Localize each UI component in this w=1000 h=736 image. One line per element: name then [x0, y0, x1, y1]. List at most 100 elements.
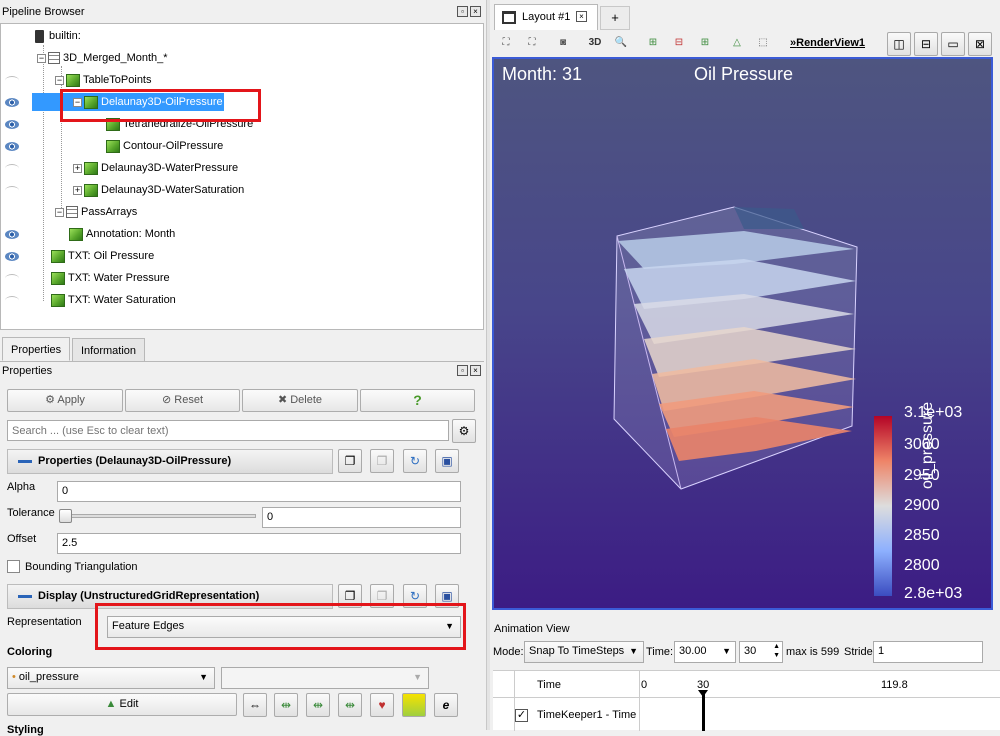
colorbar-tick-label: 2.8e+03 [904, 585, 963, 602]
cube-icon [66, 73, 80, 87]
time-select[interactable]: 30.00 ▼ [674, 641, 736, 663]
tab-properties[interactable]: Properties [2, 337, 71, 361]
split-vertical-icon[interactable]: ⊟ [914, 32, 938, 56]
component-select[interactable]: ▼ [221, 667, 429, 689]
tree-item-txt-saturation[interactable]: TXT: Water Saturation [51, 291, 176, 309]
visibility-eye-icon[interactable] [5, 274, 19, 283]
tab-layout-1[interactable]: Layout #1 × [494, 4, 598, 30]
copy-icon[interactable]: ❐ [338, 449, 362, 473]
reset-button[interactable]: ⊘ Reset [125, 389, 240, 412]
select-cells-icon[interactable]: ⊟ [669, 33, 689, 53]
tab-information[interactable]: Information [72, 338, 146, 362]
search-input[interactable] [7, 420, 449, 441]
show-colorbar-icon[interactable] [402, 693, 426, 717]
tolerance-slider-handle[interactable] [59, 509, 72, 523]
close-view-icon[interactable]: ⊠ [968, 32, 992, 56]
apply-button[interactable]: ⚙ Apply [7, 389, 123, 412]
splitter[interactable] [486, 0, 490, 730]
divider [0, 361, 484, 362]
add-tab-button[interactable]: + [600, 6, 630, 30]
gear-icon[interactable]: ⚙ [452, 419, 476, 443]
float-icon[interactable]: ▫ [457, 6, 468, 17]
select-through-icon[interactable]: ⊞ [695, 33, 715, 53]
stride-label: Stride [844, 646, 873, 658]
tree-line [43, 45, 44, 301]
visibility-eye-icon[interactable] [5, 252, 19, 261]
rescale-data-icon[interactable]: ⇹ [274, 693, 298, 717]
refresh-icon[interactable]: ↻ [403, 449, 427, 473]
split-horizontal-icon[interactable]: ◫ [887, 32, 911, 56]
bounding-checkbox[interactable] [7, 560, 20, 573]
visibility-eye-icon[interactable] [5, 120, 19, 129]
close-icon[interactable]: × [470, 365, 481, 376]
timekeeper-checkbox[interactable]: ✓ [515, 709, 528, 722]
tree-item-annotation[interactable]: Annotation: Month [69, 225, 175, 243]
help-button[interactable]: ? [360, 389, 475, 412]
visibility-eye-icon[interactable] [5, 98, 19, 107]
time-cursor-head[interactable] [698, 690, 708, 697]
tree-item-delaunay-water[interactable]: + Delaunay3D-WaterPressure [73, 159, 238, 177]
save-icon[interactable]: ▣ [435, 449, 459, 473]
delete-button[interactable]: ✖ Delete [242, 389, 358, 412]
render-view[interactable]: Month: 31 Oil Pressure 3.1e+03 3000 2950… [492, 57, 993, 610]
tree-item-delaunay-saturation[interactable]: + Delaunay3D-WaterSaturation [73, 181, 244, 199]
edit-colormap-button[interactable]: ▲ Edit [7, 693, 237, 716]
favorite-preset-icon[interactable]: ♥ [370, 693, 394, 717]
visibility-eye-icon[interactable] [5, 296, 19, 305]
cube-icon [106, 139, 120, 153]
timestep-value: 30 [744, 645, 757, 657]
colormap-edit-icon: ▲ [105, 698, 120, 710]
tree-item-txt-water[interactable]: TXT: Water Pressure [51, 269, 170, 287]
rescale-custom-icon[interactable]: ⇔ [243, 693, 267, 717]
spin-arrows-icon[interactable]: ▲ ▼ [773, 642, 780, 660]
tree-item-passarrays[interactable]: − PassArrays [55, 203, 137, 221]
interactive-select-icon[interactable]: △ [727, 33, 747, 53]
stride-input[interactable]: 1 [873, 641, 983, 663]
toggle-3d-button[interactable]: 3D [585, 33, 605, 53]
visibility-eye-icon[interactable] [5, 230, 19, 239]
collapse-icon[interactable]: − [55, 75, 64, 85]
zoom-to-data-icon[interactable]: ⛶ [522, 33, 542, 53]
close-icon[interactable]: × [576, 11, 587, 22]
reset-camera-icon[interactable]: ⛶ [496, 33, 516, 53]
offset-input[interactable]: 2.5 [57, 533, 461, 554]
collapse-icon[interactable]: − [55, 207, 64, 217]
tree-item-contour[interactable]: Contour-OilPressure [106, 137, 223, 155]
expand-icon[interactable]: + [73, 163, 82, 173]
clear-selection-icon[interactable]: ⬚ [753, 33, 773, 53]
cube-icon [51, 249, 65, 263]
properties-section-header[interactable]: Properties (Delaunay3D-OilPressure) [7, 449, 333, 474]
visibility-eye-icon[interactable] [5, 186, 19, 195]
alpha-input[interactable]: 0 [57, 481, 461, 502]
rescale-temporal-icon[interactable]: ⇹ [338, 693, 362, 717]
render-view-name[interactable]: »RenderView1 [790, 37, 865, 49]
tree-item-tabletopoints[interactable]: − TableToPoints [55, 71, 152, 89]
tree-item-merged[interactable]: − 3D_Merged_Month_* [37, 49, 168, 67]
coloring-select[interactable]: • oil_pressure ▼ [7, 667, 215, 689]
highlight-box-representation [95, 603, 466, 650]
tree-item-txt-oil[interactable]: TXT: Oil Pressure [51, 247, 154, 265]
tolerance-slider-track[interactable] [62, 514, 256, 518]
reset-icon: ⊘ [161, 394, 175, 406]
time-cursor[interactable] [702, 693, 705, 731]
select-points-icon[interactable]: ⊞ [643, 33, 663, 53]
paste-icon[interactable]: ❐ [370, 449, 394, 473]
tree-item-builtin[interactable]: builtin: [35, 27, 81, 45]
visibility-eye-icon[interactable] [5, 76, 19, 85]
expand-icon[interactable]: + [73, 185, 82, 195]
tree-item-label: TableToPoints [83, 74, 152, 86]
visibility-eye-icon[interactable] [5, 142, 19, 151]
chevron-down-icon: ▼ [199, 672, 208, 682]
close-icon[interactable]: × [470, 6, 481, 17]
timestep-spinbox[interactable]: 30 ▲ ▼ [739, 641, 783, 663]
tolerance-input[interactable]: 0 [262, 507, 461, 528]
rescale-visible-icon[interactable]: ⇹ [306, 693, 330, 717]
mode-select[interactable]: Snap To TimeSteps ▼ [524, 641, 644, 663]
collapse-icon[interactable]: − [37, 53, 46, 63]
camera-icon[interactable]: ◙ [553, 33, 573, 53]
zoom-box-icon[interactable]: 🔍 [611, 33, 631, 53]
visibility-eye-icon[interactable] [5, 164, 19, 173]
colorbar-edit-icon[interactable]: e [434, 693, 458, 717]
maximize-icon[interactable]: ▭ [941, 32, 965, 56]
float-icon[interactable]: ▫ [457, 365, 468, 376]
